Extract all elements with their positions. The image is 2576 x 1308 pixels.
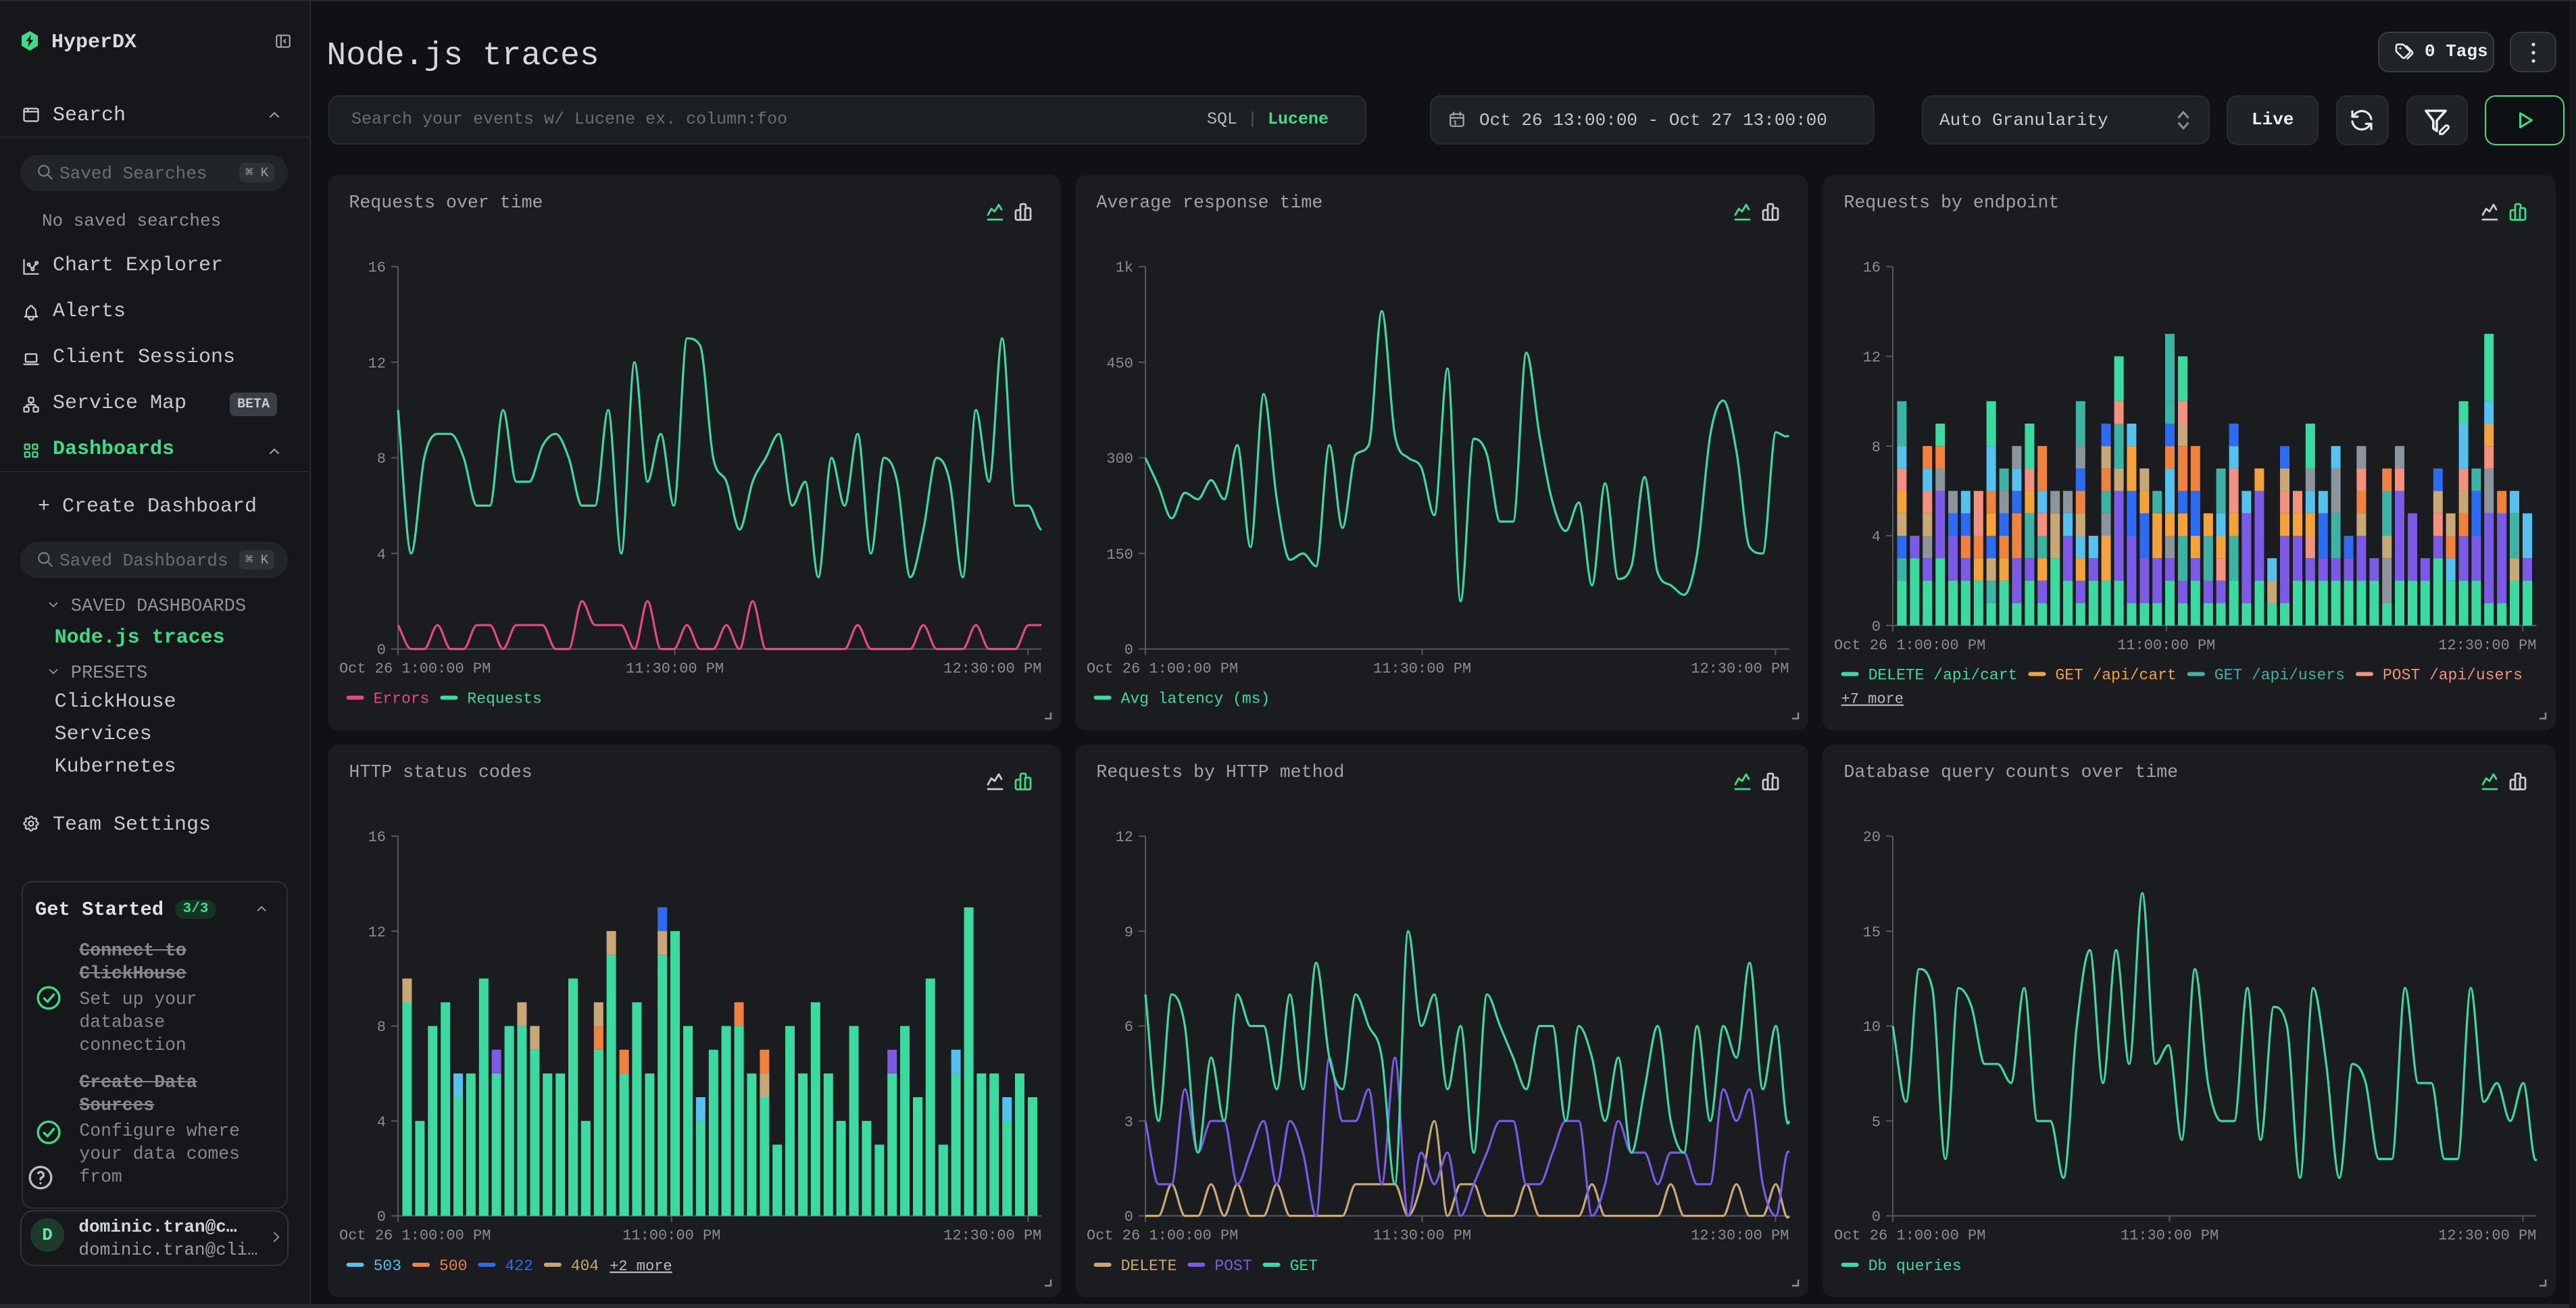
svg-text:11:30:00 PM: 11:30:00 PM — [626, 661, 724, 678]
svg-text:Requests over time: Requests over time — [349, 193, 543, 213]
svg-text:10: 10 — [1863, 1019, 1881, 1036]
svg-text:Oct 26 1:00:00 PM: Oct 26 1:00:00 PM — [1087, 1227, 1238, 1244]
svg-text:11:30:00 PM: 11:30:00 PM — [1373, 1227, 1471, 1244]
svg-text:422: 422 — [505, 1257, 532, 1275]
svg-text:500: 500 — [439, 1257, 467, 1275]
svg-text:12:30:00 PM: 12:30:00 PM — [2438, 637, 2536, 654]
svg-text:GET /api/cart: GET /api/cart — [2055, 667, 2176, 684]
svg-text:11:30:00 PM: 11:30:00 PM — [2121, 1227, 2219, 1244]
svg-text:Requests by endpoint: Requests by endpoint — [1843, 193, 2059, 213]
svg-text:150: 150 — [1106, 547, 1133, 563]
svg-text:0: 0 — [1124, 642, 1133, 659]
svg-text:DELETE /api/cart: DELETE /api/cart — [1868, 667, 2018, 684]
svg-text:Requests by HTTP method: Requests by HTTP method — [1096, 761, 1344, 782]
svg-text:Errors: Errors — [374, 690, 430, 708]
svg-text:300: 300 — [1106, 451, 1133, 468]
svg-text:4: 4 — [1872, 529, 1881, 546]
svg-text:Oct 26 1:00:00 PM: Oct 26 1:00:00 PM — [1834, 1227, 1985, 1244]
svg-text:0: 0 — [377, 642, 386, 659]
svg-text:Requests: Requests — [467, 690, 541, 708]
svg-text:+2 more: +2 more — [610, 1258, 672, 1275]
svg-text:Avg latency (ms): Avg latency (ms) — [1121, 690, 1270, 708]
svg-text:GET /api/users: GET /api/users — [2214, 667, 2345, 684]
svg-text:12:30:00 PM: 12:30:00 PM — [943, 1227, 1041, 1244]
svg-text:16: 16 — [368, 259, 386, 276]
svg-text:Oct 26 1:00:00 PM: Oct 26 1:00:00 PM — [1087, 661, 1238, 678]
svg-text:POST: POST — [1214, 1257, 1252, 1275]
svg-text:+7 more: +7 more — [1841, 691, 1904, 708]
svg-text:16: 16 — [1863, 259, 1881, 276]
svg-text:8: 8 — [377, 1019, 386, 1036]
svg-text:12: 12 — [368, 924, 386, 940]
svg-text:DELETE: DELETE — [1121, 1257, 1177, 1275]
svg-text:Oct 26 1:00:00 PM: Oct 26 1:00:00 PM — [339, 1227, 491, 1244]
svg-text:GET: GET — [1290, 1257, 1318, 1275]
svg-text:8: 8 — [1872, 439, 1881, 456]
svg-text:15: 15 — [1863, 924, 1881, 940]
svg-text:Oct 26 1:00:00 PM: Oct 26 1:00:00 PM — [339, 661, 491, 678]
svg-text:8: 8 — [377, 451, 386, 468]
svg-text:4: 4 — [377, 547, 386, 563]
svg-text:Average response time: Average response time — [1096, 193, 1322, 213]
svg-text:503: 503 — [374, 1257, 401, 1275]
svg-text:11:00:00 PM: 11:00:00 PM — [2117, 637, 2215, 654]
svg-text:4: 4 — [377, 1113, 386, 1130]
svg-text:12: 12 — [1116, 829, 1133, 846]
svg-text:Oct 26 1:00:00 PM: Oct 26 1:00:00 PM — [1834, 637, 1985, 654]
svg-text:6: 6 — [1124, 1019, 1133, 1036]
svg-text:20: 20 — [1863, 829, 1881, 846]
svg-text:16: 16 — [368, 829, 386, 846]
svg-text:12:30:00 PM: 12:30:00 PM — [943, 661, 1041, 678]
svg-text:9: 9 — [1124, 924, 1133, 940]
svg-text:12: 12 — [368, 355, 386, 372]
svg-text:0: 0 — [377, 1209, 386, 1226]
svg-text:12: 12 — [1863, 349, 1881, 366]
svg-text:POST /api/users: POST /api/users — [2383, 667, 2523, 684]
svg-text:404: 404 — [571, 1257, 599, 1275]
svg-text:12:30:00 PM: 12:30:00 PM — [1691, 1227, 1789, 1244]
svg-text:Database query counts over tim: Database query counts over time — [1843, 761, 2178, 782]
svg-text:3: 3 — [1124, 1113, 1133, 1130]
svg-text:0: 0 — [1872, 618, 1881, 635]
svg-text:0: 0 — [1872, 1209, 1881, 1226]
svg-text:11:30:00 PM: 11:30:00 PM — [1373, 661, 1471, 678]
svg-text:0: 0 — [1124, 1209, 1133, 1226]
svg-text:450: 450 — [1106, 355, 1133, 372]
svg-text:12:30:00 PM: 12:30:00 PM — [1691, 661, 1789, 678]
svg-text:HTTP status codes: HTTP status codes — [349, 761, 532, 782]
svg-text:Db queries: Db queries — [1868, 1257, 1962, 1275]
svg-text:11:00:00 PM: 11:00:00 PM — [622, 1227, 720, 1244]
svg-text:1k: 1k — [1116, 259, 1133, 276]
svg-text:5: 5 — [1872, 1113, 1881, 1130]
svg-text:12:30:00 PM: 12:30:00 PM — [2438, 1227, 2536, 1244]
